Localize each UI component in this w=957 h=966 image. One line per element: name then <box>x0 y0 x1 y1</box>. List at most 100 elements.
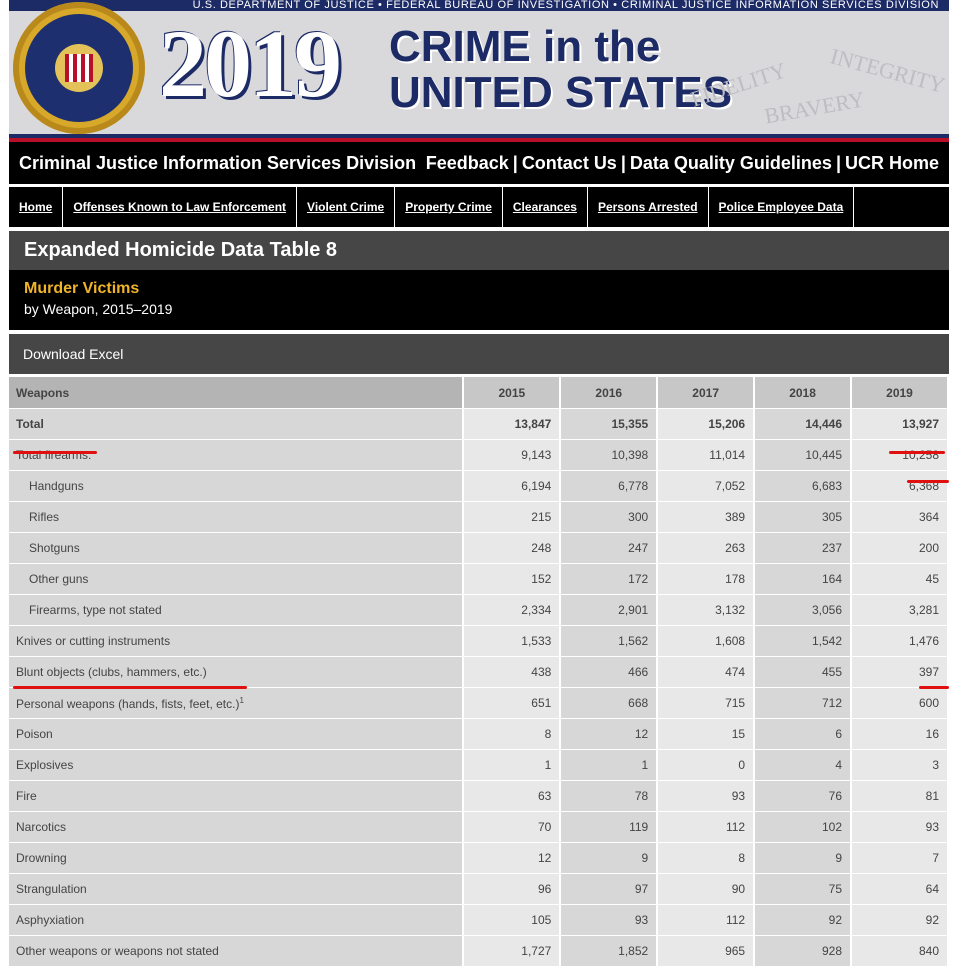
nav-violent-crime[interactable]: Violent Crime <box>297 187 395 227</box>
agency-strip: U.S. DEPARTMENT OF JUSTICE • FEDERAL BUR… <box>9 0 949 11</box>
cell-value: 15,206 <box>657 409 754 440</box>
cell-value: 93 <box>657 781 754 812</box>
cell-value: 7 <box>851 843 948 874</box>
row-label: Fire <box>9 781 463 812</box>
cell-value: 1,533 <box>463 626 560 657</box>
row-label: Total firearms: <box>9 440 463 471</box>
cell-value: 63 <box>463 781 560 812</box>
table-header-row: Weapons 2015 2016 2017 2018 2019 <box>9 377 948 409</box>
annotation-underline <box>13 686 247 689</box>
cell-value: 715 <box>657 688 754 719</box>
cell-value: 3,132 <box>657 595 754 626</box>
cell-value: 81 <box>851 781 948 812</box>
contact-us-link[interactable]: Contact Us <box>522 153 617 173</box>
cell-value: 75 <box>754 874 851 905</box>
cell-value: 45 <box>851 564 948 595</box>
nav-police-employee-data[interactable]: Police Employee Data <box>709 187 855 227</box>
cell-value: 8 <box>463 719 560 750</box>
cell-value: 102 <box>754 812 851 843</box>
cell-value: 840 <box>851 936 948 966</box>
site-banner: U.S. DEPARTMENT OF JUSTICE • FEDERAL BUR… <box>9 0 949 142</box>
cell-value: 2,901 <box>560 595 657 626</box>
column-header: 2017 <box>657 377 754 409</box>
footnote-marker[interactable]: 1 <box>239 696 243 705</box>
row-label: Poison <box>9 719 463 750</box>
table-row: Other guns15217217816445 <box>9 564 948 595</box>
feedback-link[interactable]: Feedback <box>426 153 509 173</box>
download-excel-button[interactable]: Download Excel <box>9 334 949 374</box>
nav-property-crime[interactable]: Property Crime <box>395 187 503 227</box>
cell-value: 96 <box>463 874 560 905</box>
row-label: Blunt objects (clubs, hammers, etc.) <box>9 657 463 688</box>
cell-value: 10,398 <box>560 440 657 471</box>
cell-value: 2,334 <box>463 595 560 626</box>
cell-value: 105 <box>463 905 560 936</box>
primary-nav-bar: Criminal Justice Information Services Di… <box>9 142 949 184</box>
row-label: Rifles <box>9 502 463 533</box>
cell-value: 3,281 <box>851 595 948 626</box>
cell-value: 965 <box>657 936 754 966</box>
cell-value: 1 <box>463 750 560 781</box>
table-row: Shotguns248247263237200 <box>9 533 948 564</box>
table-row: Rifles215300389305364 <box>9 502 948 533</box>
row-label: Shotguns <box>9 533 463 564</box>
cell-value: 364 <box>851 502 948 533</box>
cell-value: 1,608 <box>657 626 754 657</box>
table-row: Poison81215616 <box>9 719 948 750</box>
motto-watermark: FIDELITY BRAVERY INTEGRITY <box>689 50 939 130</box>
cell-value: 600 <box>851 688 948 719</box>
row-label: Strangulation <box>9 874 463 905</box>
cell-value: 8 <box>657 843 754 874</box>
cell-value: 14,446 <box>754 409 851 440</box>
cell-value: 1,852 <box>560 936 657 966</box>
row-label: Handguns <box>9 471 463 502</box>
cell-value: 70 <box>463 812 560 843</box>
table-row: Total firearms:9,14310,39811,01410,44510… <box>9 440 948 471</box>
cell-value: 438 <box>463 657 560 688</box>
cell-value: 712 <box>754 688 851 719</box>
cell-value: 1,476 <box>851 626 948 657</box>
cell-value: 247 <box>560 533 657 564</box>
row-label: Explosives <box>9 750 463 781</box>
cell-value: 64 <box>851 874 948 905</box>
row-label: Narcotics <box>9 812 463 843</box>
cell-value: 263 <box>657 533 754 564</box>
nav-home[interactable]: Home <box>9 187 63 227</box>
cell-value: 90 <box>657 874 754 905</box>
nav-persons-arrested[interactable]: Persons Arrested <box>588 187 709 227</box>
row-label: Asphyxiation <box>9 905 463 936</box>
cell-value: 78 <box>560 781 657 812</box>
cell-value: 3,056 <box>754 595 851 626</box>
cell-value: 466 <box>560 657 657 688</box>
annotation-underline <box>907 480 949 483</box>
table-subtitle: Murder Victims by Weapon, 2015–2019 <box>9 270 949 330</box>
cell-value: 164 <box>754 564 851 595</box>
cell-value: 474 <box>657 657 754 688</box>
cell-value: 12 <box>560 719 657 750</box>
column-header: Weapons <box>9 377 463 409</box>
division-title: Criminal Justice Information Services Di… <box>19 153 416 174</box>
cell-value: 15 <box>657 719 754 750</box>
cell-value: 92 <box>754 905 851 936</box>
cell-value: 7,052 <box>657 471 754 502</box>
table-row: Knives or cutting instruments1,5331,5621… <box>9 626 948 657</box>
subtitle-detail: by Weapon, 2015–2019 <box>24 301 949 317</box>
cell-value: 10,258 <box>851 440 948 471</box>
nav-clearances[interactable]: Clearances <box>503 187 588 227</box>
cell-value: 397 <box>851 657 948 688</box>
cell-value: 1 <box>560 750 657 781</box>
primary-links: Feedback|Contact Us|Data Quality Guideli… <box>426 153 939 174</box>
table-row: Other weapons or weapons not stated1,727… <box>9 936 948 966</box>
table-row: Firearms, type not stated2,3342,9013,132… <box>9 595 948 626</box>
table-row: Handguns6,1946,7787,0526,6836,368 <box>9 471 948 502</box>
cell-value: 12 <box>463 843 560 874</box>
table-row: Drowning129897 <box>9 843 948 874</box>
ucr-home-link[interactable]: UCR Home <box>845 153 939 173</box>
cell-value: 389 <box>657 502 754 533</box>
cell-value: 92 <box>851 905 948 936</box>
nav-offenses-known[interactable]: Offenses Known to Law Enforcement <box>63 187 297 227</box>
table-row: Fire6378937681 <box>9 781 948 812</box>
cell-value: 0 <box>657 750 754 781</box>
data-quality-guidelines-link[interactable]: Data Quality Guidelines <box>630 153 832 173</box>
cell-value: 668 <box>560 688 657 719</box>
